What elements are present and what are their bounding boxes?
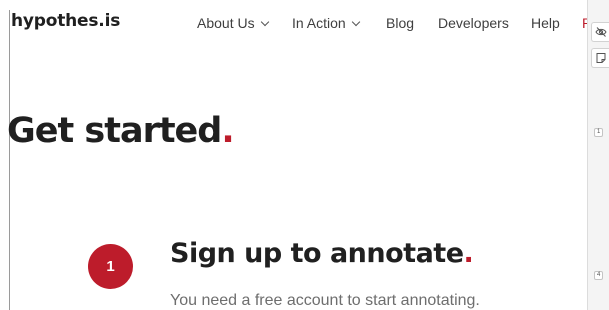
page-content: hypothes.is About Us In Action Blog Deve…: [0, 0, 587, 310]
nav-item-help[interactable]: Help: [531, 15, 560, 31]
step-description: You need a free account to start annotat…: [170, 292, 480, 309]
nav-item-developers[interactable]: Developers: [438, 15, 509, 31]
nav-item-in-action[interactable]: In Action: [292, 15, 360, 31]
title-accent-dot: .: [221, 111, 234, 151]
nav-item-about-us[interactable]: About Us: [197, 15, 269, 31]
step-title-text: Sign up to annotate: [170, 238, 464, 269]
hide-highlights-button[interactable]: [591, 22, 609, 42]
eye-slash-icon: [595, 27, 607, 37]
chevron-down-icon: [351, 17, 360, 27]
step-title-accent-dot: .: [463, 238, 474, 269]
step-number-badge: 1: [88, 244, 133, 289]
annotation-sidebar: 1 4: [587, 0, 609, 310]
page-note-button[interactable]: [591, 48, 609, 68]
page-edge-divider: [9, 10, 10, 310]
site-logo[interactable]: hypothes.is: [11, 11, 120, 31]
step-title: Sign up to annotate.: [170, 238, 474, 269]
page-title-text: Get started: [7, 111, 222, 151]
page-title: Get started.: [7, 111, 235, 151]
chevron-down-icon: [260, 17, 269, 27]
annotation-bucket-count[interactable]: 4: [594, 271, 604, 280]
nav-item-label: About Us: [197, 15, 255, 31]
note-icon: [596, 53, 606, 63]
nav-item-blog[interactable]: Blog: [386, 15, 414, 31]
nav-item-label: In Action: [292, 15, 346, 31]
annotation-bucket-count[interactable]: 1: [594, 128, 604, 137]
